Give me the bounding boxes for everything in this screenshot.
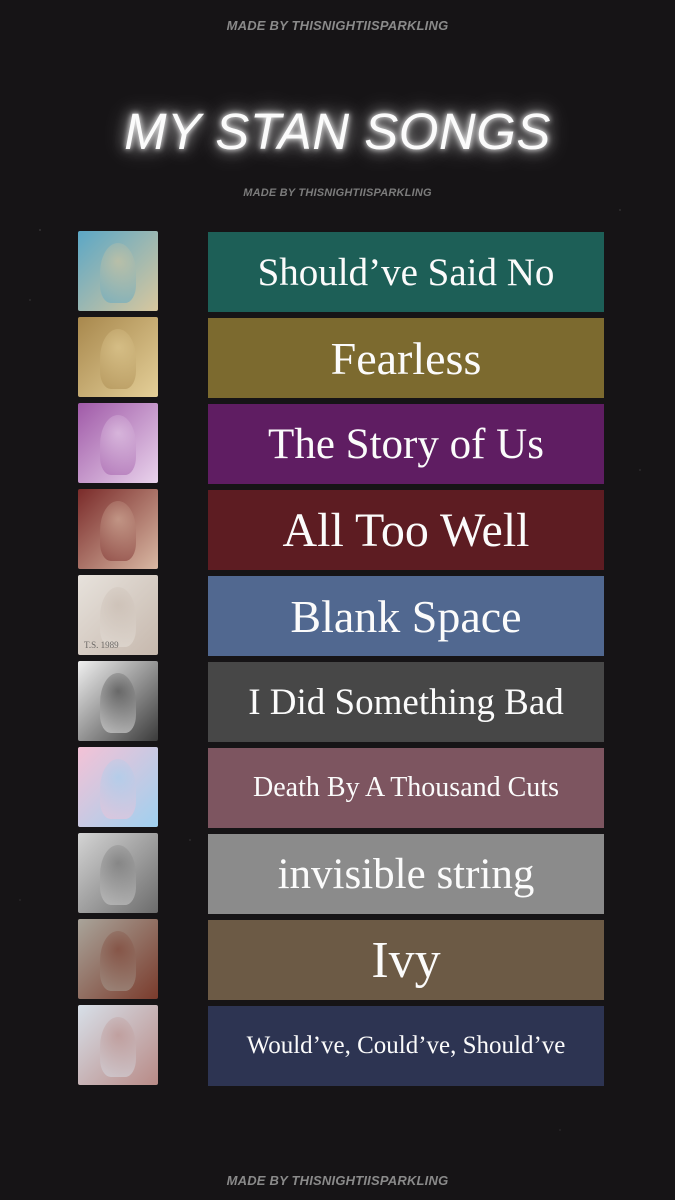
song-title-bar: I Did Something Bad	[208, 662, 604, 742]
song-row: invisible string	[0, 833, 675, 914]
song-title-bar: invisible string	[208, 834, 604, 914]
song-title-bar: Fearless	[208, 318, 604, 398]
song-title-bar: Blank Space	[208, 576, 604, 656]
credit-top: MADE BY THISNIGHTIISPARKLING	[226, 18, 449, 33]
song-row: All Too Well	[0, 489, 675, 570]
album-cover-image	[78, 919, 158, 999]
song-row: Fearless	[0, 317, 675, 398]
song-row: The Story of Us	[0, 403, 675, 484]
song-title-bar: All Too Well	[208, 490, 604, 570]
album-cover-image	[78, 403, 158, 483]
credit-bottom: MADE BY THISNIGHTIISPARKLING	[226, 1173, 449, 1188]
album-cover-image	[78, 317, 158, 397]
album-cover-image	[78, 833, 158, 913]
album-cover-image: T.S. 1989	[78, 575, 158, 655]
album-cover-image	[78, 747, 158, 827]
song-title-bar: The Story of Us	[208, 404, 604, 484]
song-row: I Did Something Bad	[0, 661, 675, 742]
song-title-bar: Death By A Thousand Cuts	[208, 748, 604, 828]
album-cover-image	[78, 231, 158, 311]
song-title-bar: Ivy	[208, 920, 604, 1000]
page-title: MY STAN SONGS	[124, 103, 551, 160]
song-row: T.S. 1989 Blank Space	[0, 575, 675, 656]
song-row: Ivy	[0, 919, 675, 1000]
credit-sub: MADE BY THISNIGHTIISPARKLING	[243, 187, 432, 199]
album-cover-image	[78, 1005, 158, 1085]
song-row: Would’ve, Could’ve, Should’ve	[0, 1005, 675, 1086]
song-title-bar: Should’ve Said No	[208, 232, 604, 312]
song-title-bar: Would’ve, Could’ve, Should’ve	[208, 1006, 604, 1086]
album-cover-image	[78, 489, 158, 569]
album-cover-image	[78, 661, 158, 741]
song-row: Should’ve Said No	[0, 231, 675, 312]
song-row: Death By A Thousand Cuts	[0, 747, 675, 828]
